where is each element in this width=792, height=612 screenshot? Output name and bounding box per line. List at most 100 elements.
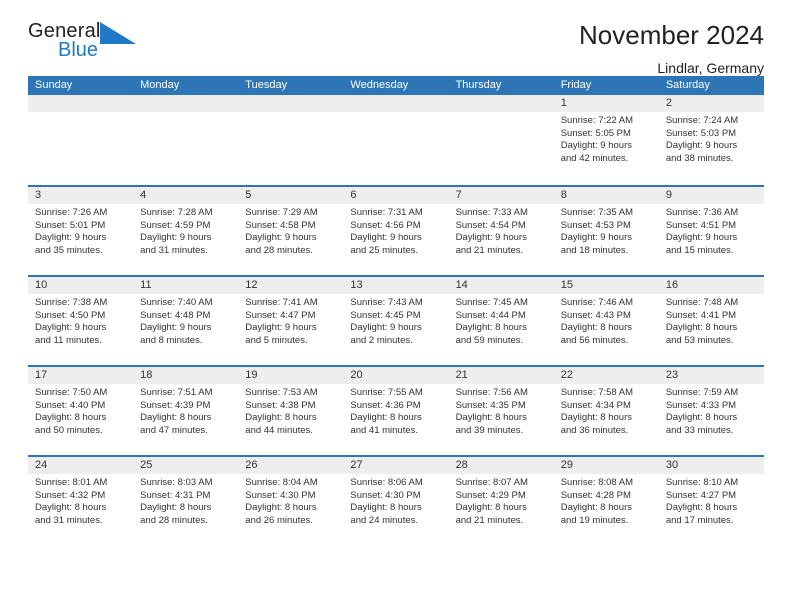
logo-text-blue: Blue (58, 39, 99, 61)
daylight-text-line1: Daylight: 9 hours (245, 232, 317, 244)
day-detail-lines: Sunrise: 7:58 AM Sunset: 4:34 PM Daylight:… (554, 384, 659, 437)
sunset-text: Sunset: 4:47 PM (245, 309, 316, 321)
day-cell-empty (343, 95, 449, 185)
day-number: 11 (140, 279, 152, 291)
day-cell-8[interactable]: 8 Sunrise: 7:35 AM Sunset: 4:53 PM Daylight… (553, 187, 659, 275)
day-cell-14[interactable]: 14 Sunrise: 7:45 AM Sunset: 4:44 PM Dayligh… (448, 277, 554, 365)
day-number-band: 15 (553, 277, 659, 294)
daylight-text-line2: and 8 minutes. (140, 334, 203, 346)
sunrise-text: Sunrise: 8:04 AM (245, 477, 318, 488)
day-number: 14 (455, 279, 468, 291)
daylight-text-line1: Daylight: 8 hours (455, 502, 527, 514)
calendar-week-row: 1 Sunrise: 7:22 AM Sunset: 5:05 PM Daylight… (28, 95, 764, 185)
sunset-text: Sunset: 4:43 PM (560, 309, 631, 321)
day-cell-29[interactable]: 29 Sunrise: 8:08 AM Sunset: 4:28 PM Dayligh… (553, 457, 659, 545)
day-number-band: 14 (448, 277, 554, 294)
day-cell-30[interactable]: 30 Sunrise: 8:10 AM Sunset: 4:27 PM Dayligh… (658, 457, 764, 545)
day-cell-2[interactable]: 2 Sunrise: 7:24 AM Sunset: 5:03 PM Daylight… (658, 95, 764, 185)
daylight-text-line2: and 15 minutes. (665, 244, 734, 256)
weekday-header-sunday: Sunday (35, 79, 73, 91)
daylight-text-line1: Daylight: 8 hours (140, 412, 212, 424)
calendar-page: General Blue November 2024 Lindlar, Germ… (0, 0, 792, 612)
day-number: 12 (245, 279, 258, 291)
day-cell-20[interactable]: 20 Sunrise: 7:55 AM Sunset: 4:36 PM Dayligh… (343, 367, 449, 455)
sunset-text: Sunset: 4:59 PM (140, 219, 211, 231)
day-number-band (448, 95, 554, 112)
day-detail-lines: Sunrise: 8:10 AM Sunset: 4:27 PM Daylight:… (659, 474, 764, 527)
day-cell-24[interactable]: 24 Sunrise: 8:01 AM Sunset: 4:32 PM Dayligh… (28, 457, 134, 545)
sunset-text: Sunset: 4:48 PM (140, 309, 211, 321)
day-number-band: 20 (343, 367, 449, 384)
day-cell-18[interactable]: 18 Sunrise: 7:51 AM Sunset: 4:39 PM Dayligh… (133, 367, 239, 455)
sunrise-text: Sunrise: 7:28 AM (140, 207, 213, 218)
calendar-week-row: 24 Sunrise: 8:01 AM Sunset: 4:32 PM Dayligh… (28, 455, 764, 545)
sunrise-text: Sunrise: 7:31 AM (350, 207, 423, 218)
day-number: 30 (665, 459, 679, 471)
day-cell-21[interactable]: 21 Sunrise: 7:56 AM Sunset: 4:35 PM Dayligh… (448, 367, 554, 455)
day-cell-empty (28, 95, 134, 185)
weekday-header-wednesday: Wednesday (350, 79, 409, 91)
day-detail-lines: Sunrise: 7:43 AM Sunset: 4:45 PM Daylight:… (343, 294, 448, 347)
daylight-text-line2: and 56 minutes. (560, 334, 629, 346)
day-cell-23[interactable]: 23 Sunrise: 7:59 AM Sunset: 4:33 PM Dayligh… (658, 367, 764, 455)
day-number: 29 (560, 459, 573, 471)
day-detail-lines: Sunrise: 7:38 AM Sunset: 4:50 PM Daylight:… (28, 294, 133, 347)
daylight-text-line1: Daylight: 8 hours (35, 412, 107, 424)
day-cell-4[interactable]: 4 Sunrise: 7:28 AM Sunset: 4:59 PM Daylight… (133, 187, 239, 275)
day-detail-lines: Sunrise: 7:53 AM Sunset: 4:38 PM Daylight:… (238, 384, 343, 437)
daylight-text-line1: Daylight: 8 hours (560, 322, 632, 334)
daylight-text-line2: and 21 minutes. (455, 514, 524, 526)
daylight-text-line2: and 31 minutes. (140, 244, 208, 256)
day-detail-lines: Sunrise: 7:22 AM Sunset: 5:05 PM Daylight:… (554, 112, 659, 165)
day-number: 22 (560, 369, 573, 381)
daylight-text-line1: Daylight: 8 hours (560, 412, 632, 424)
sunset-text: Sunset: 4:35 PM (455, 399, 526, 411)
day-cell-13[interactable]: 13 Sunrise: 7:43 AM Sunset: 4:45 PM Dayligh… (343, 277, 449, 365)
day-cell-16[interactable]: 16 Sunrise: 7:48 AM Sunset: 4:41 PM Dayligh… (658, 277, 764, 365)
daylight-text-line1: Daylight: 9 hours (35, 232, 107, 244)
daylight-text-line1: Daylight: 9 hours (350, 322, 422, 334)
day-number: 10 (35, 279, 48, 291)
daylight-text-line2: and 26 minutes. (245, 514, 313, 526)
page-header: General Blue November 2024 Lindlar, Germ… (28, 0, 764, 76)
daylight-text-line2: and 17 minutes. (665, 514, 734, 526)
day-cell-7[interactable]: 7 Sunrise: 7:33 AM Sunset: 4:54 PM Daylight… (448, 187, 554, 275)
sunrise-text: Sunrise: 7:50 AM (35, 387, 108, 398)
sunset-text: Sunset: 4:56 PM (350, 219, 421, 231)
day-number-band: 5 (238, 187, 344, 204)
day-number-band: 12 (238, 277, 344, 294)
day-cell-27[interactable]: 27 Sunrise: 8:06 AM Sunset: 4:30 PM Dayligh… (343, 457, 449, 545)
day-cell-9[interactable]: 9 Sunrise: 7:36 AM Sunset: 4:51 PM Daylight… (658, 187, 764, 275)
day-cell-10[interactable]: 10 Sunrise: 7:38 AM Sunset: 4:50 PM Dayligh… (28, 277, 134, 365)
day-number-band: 25 (133, 457, 239, 474)
day-cell-5[interactable]: 5 Sunrise: 7:29 AM Sunset: 4:58 PM Daylight… (238, 187, 344, 275)
day-cell-19[interactable]: 19 Sunrise: 7:53 AM Sunset: 4:38 PM Dayligh… (238, 367, 344, 455)
day-cell-25[interactable]: 25 Sunrise: 8:03 AM Sunset: 4:31 PM Dayligh… (133, 457, 239, 545)
day-number: 1 (560, 97, 567, 109)
day-cell-1[interactable]: 1 Sunrise: 7:22 AM Sunset: 5:05 PM Daylight… (553, 95, 659, 185)
day-cell-15[interactable]: 15 Sunrise: 7:46 AM Sunset: 4:43 PM Dayligh… (553, 277, 659, 365)
day-cell-3[interactable]: 3 Sunrise: 7:26 AM Sunset: 5:01 PM Daylight… (28, 187, 134, 275)
day-cell-12[interactable]: 12 Sunrise: 7:41 AM Sunset: 4:47 PM Dayligh… (238, 277, 344, 365)
day-cell-26[interactable]: 26 Sunrise: 8:04 AM Sunset: 4:30 PM Dayligh… (238, 457, 344, 545)
weekday-header-friday: Friday (560, 79, 592, 91)
sunset-text: Sunset: 4:58 PM (245, 219, 316, 231)
day-cell-11[interactable]: 11 Sunrise: 7:40 AM Sunset: 4:48 PM Dayligh… (133, 277, 239, 365)
sunset-text: Sunset: 4:29 PM (455, 489, 526, 501)
day-cell-6[interactable]: 6 Sunrise: 7:31 AM Sunset: 4:56 PM Daylight… (343, 187, 449, 275)
daylight-text-line2: and 39 minutes. (455, 424, 524, 436)
day-cell-17[interactable]: 17 Sunrise: 7:50 AM Sunset: 4:40 PM Dayligh… (28, 367, 134, 455)
day-cell-28[interactable]: 28 Sunrise: 8:07 AM Sunset: 4:29 PM Dayligh… (448, 457, 554, 545)
day-detail-lines: Sunrise: 7:45 AM Sunset: 4:44 PM Daylight:… (449, 294, 554, 347)
day-cell-22[interactable]: 22 Sunrise: 7:58 AM Sunset: 4:34 PM Dayligh… (553, 367, 659, 455)
daylight-text-line1: Daylight: 8 hours (245, 412, 317, 424)
daylight-text-line1: Daylight: 8 hours (665, 502, 738, 514)
daylight-text-line1: Daylight: 9 hours (665, 140, 738, 152)
day-detail-lines: Sunrise: 7:35 AM Sunset: 4:53 PM Daylight:… (554, 204, 659, 257)
sunrise-text: Sunrise: 7:45 AM (455, 297, 528, 308)
general-blue-logo[interactable]: General Blue (28, 18, 148, 64)
day-number: 19 (245, 369, 258, 381)
title-block: November 2024 Lindlar, Germany (579, 18, 764, 76)
sunset-text: Sunset: 4:40 PM (35, 399, 106, 411)
day-number-band: 13 (343, 277, 449, 294)
